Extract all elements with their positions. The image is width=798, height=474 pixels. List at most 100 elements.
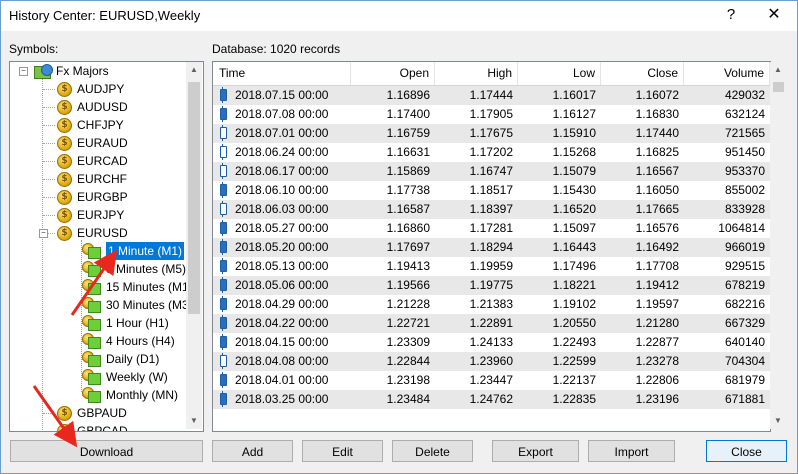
tree-node-symbol[interactable]: $ AUDUSD — [10, 98, 190, 116]
cell-time: 2018.05.27 00:00 — [235, 221, 329, 235]
edit-button[interactable]: Edit — [302, 440, 383, 462]
cell-time: 2018.06.17 00:00 — [235, 164, 329, 178]
scroll-up-icon[interactable]: ▲ — [186, 62, 202, 78]
tree-node-timeframe[interactable]: 30 Minutes (M30) — [10, 296, 199, 314]
cell-open: 1.17697 — [386, 240, 430, 254]
table-row[interactable]: 2018.04.29 00:00 1.21228 1.21383 1.19102 1.1… — [213, 295, 770, 314]
column-header-volume[interactable]: Volume — [684, 62, 770, 85]
table-row[interactable]: 2018.06.17 00:00 1.15869 1.16747 1.15079 1.1… — [213, 162, 770, 181]
table-row[interactable]: 2018.06.24 00:00 1.16631 1.17202 1.15268 1.1… — [213, 143, 770, 162]
table-row[interactable]: 2018.04.08 00:00 1.22844 1.23960 1.22599 1.2… — [213, 352, 770, 371]
cell-time: 2018.07.08 00:00 — [235, 107, 329, 121]
add-button[interactable]: Add — [212, 440, 293, 462]
tree-node-timeframe[interactable]: 15 Minutes (M15) — [10, 278, 199, 296]
tree-node-timeframe[interactable]: 5 Minutes (M5) — [10, 260, 190, 278]
cell-volume: 704304 — [724, 354, 765, 368]
cell-low: 1.16443 — [552, 240, 596, 254]
column-header-low[interactable]: Low — [518, 62, 601, 85]
tree-node-symbol[interactable]: $ EURGBP — [10, 188, 190, 206]
import-button[interactable]: Import — [588, 440, 675, 462]
chart-part — [88, 355, 101, 367]
table-row[interactable]: 2018.06.10 00:00 1.17738 1.18517 1.15430 1.1… — [213, 181, 770, 200]
cell-close: 1.17440 — [635, 126, 679, 140]
tree-node-symbol[interactable]: $ GBPAUD — [10, 404, 190, 422]
table-row[interactable]: 2018.04.15 00:00 1.23309 1.24133 1.22493 1.2… — [213, 333, 770, 352]
table-row[interactable]: 2018.07.08 00:00 1.17400 1.17905 1.16127 1.1… — [213, 105, 770, 124]
tree-node-label: EURGBP — [77, 190, 128, 204]
table-row[interactable]: 2018.04.01 00:00 1.23198 1.23447 1.22137 1.2… — [213, 371, 770, 390]
tree-node-symbol[interactable]: $ EURCAD — [10, 152, 190, 170]
export-button[interactable]: Export — [492, 440, 579, 462]
tree-node-symbol[interactable]: $ CHFJPY — [10, 116, 190, 134]
tree-node-label: Monthly (MN) — [106, 388, 179, 402]
scroll-up-icon[interactable]: ▲ — [770, 62, 786, 78]
cell-volume: 966019 — [724, 240, 765, 254]
close-window-button[interactable]: ✕ — [759, 4, 789, 26]
tree-node-label: EURJPY — [77, 208, 125, 222]
symbols-tree[interactable]: − Fx Majors $ AUDJPY $ AUDUSD $ CHFJPY $ EURAUD $ E… — [9, 61, 204, 432]
expand-toggle-icon[interactable]: − — [39, 229, 48, 238]
tree-node-label: CHFJPY — [77, 118, 124, 132]
help-button[interactable]: ? — [719, 4, 743, 26]
tree-node-symbol[interactable]: $ EURAUD — [10, 134, 190, 152]
delete-button[interactable]: Delete — [392, 440, 473, 462]
expand-toggle-icon[interactable]: − — [19, 67, 28, 76]
tree-node-timeframe[interactable]: 1 Hour (H1) — [10, 314, 190, 332]
bearish-candle-icon — [220, 222, 227, 234]
globe-badge — [41, 64, 53, 76]
cell-volume: 833928 — [724, 202, 765, 216]
tree-node-timeframe[interactable]: Monthly (MN) — [10, 386, 190, 404]
cell-high: 1.16747 — [469, 164, 513, 178]
column-header-time[interactable]: Time — [213, 62, 351, 85]
tree-node-timeframe[interactable]: Daily (D1) — [10, 350, 190, 368]
scroll-down-icon[interactable]: ▼ — [770, 413, 786, 429]
tree-node-symbol[interactable]: $ GBPCAD — [10, 422, 190, 431]
symbols-label: Symbols: — [9, 42, 59, 56]
table-row[interactable]: 2018.05.06 00:00 1.19566 1.19775 1.18221 1.1… — [213, 276, 770, 295]
tree-node-label: GBPAUD — [77, 406, 127, 420]
tree-node-fx-majors[interactable]: − Fx Majors — [10, 62, 190, 80]
table-row[interactable]: 2018.06.03 00:00 1.16587 1.18397 1.16520 1.1… — [213, 200, 770, 219]
tree-node-timeframe[interactable]: 1 Minute (M1) — [10, 242, 190, 260]
cell-open: 1.16759 — [386, 126, 430, 140]
cell-time: 2018.06.10 00:00 — [235, 183, 329, 197]
tree-node-label: Daily (D1) — [106, 352, 160, 366]
table-row[interactable]: 2018.05.20 00:00 1.17697 1.18294 1.16443 1.1… — [213, 238, 770, 257]
column-header-close[interactable]: Close — [601, 62, 684, 85]
tree-node-timeframe[interactable]: Weekly (W) — [10, 368, 190, 386]
tree-node-symbol[interactable]: $ EURCHF — [10, 170, 190, 188]
cell-open: 1.17400 — [386, 107, 430, 121]
cell-open: 1.19413 — [386, 259, 430, 273]
cell-close: 1.21280 — [635, 316, 679, 330]
tree-node-symbol[interactable]: $ EURJPY — [10, 206, 190, 224]
tree-scrollbar[interactable]: ▲ ▼ — [186, 62, 202, 429]
cell-open: 1.15869 — [386, 164, 430, 178]
table-row[interactable]: 2018.04.22 00:00 1.22721 1.22891 1.20550 1.2… — [213, 314, 770, 333]
table-scrollbar[interactable]: ▲ ▼ — [770, 62, 787, 429]
column-header-high[interactable]: High — [435, 62, 518, 85]
tree-node-timeframe[interactable]: 4 Hours (H4) — [10, 332, 190, 350]
tree-guide-line — [43, 125, 55, 126]
table-row[interactable]: 2018.05.27 00:00 1.16860 1.17281 1.15097 1.1… — [213, 219, 770, 238]
chart-part — [88, 265, 101, 277]
table-scroll-thumb[interactable] — [773, 82, 784, 92]
cell-volume: 671881 — [724, 392, 765, 406]
close-button[interactable]: Close — [706, 440, 787, 462]
table-row[interactable]: 2018.05.13 00:00 1.19413 1.19959 1.17496 1.1… — [213, 257, 770, 276]
table-row[interactable]: 2018.03.25 00:00 1.23484 1.24762 1.22835 1.2… — [213, 390, 770, 409]
coin-icon: $ — [57, 118, 72, 133]
cell-volume: 678219 — [724, 278, 765, 292]
tree-node-symbol[interactable]: − $ EURUSD — [10, 224, 190, 242]
tree-node-symbol[interactable]: $ AUDJPY — [10, 80, 190, 98]
chart-data-icon — [82, 333, 101, 349]
column-header-open[interactable]: Open — [351, 62, 435, 85]
table-row[interactable]: 2018.07.15 00:00 1.16896 1.17444 1.16017 1.1… — [213, 86, 770, 105]
table-row[interactable]: 2018.07.01 00:00 1.16759 1.17675 1.15910 1.1… — [213, 124, 770, 143]
tree-scroll-thumb[interactable] — [188, 82, 200, 314]
coin-icon: $ — [57, 208, 72, 223]
bullish-candle-icon — [220, 355, 227, 367]
scroll-down-icon[interactable]: ▼ — [186, 413, 202, 429]
tree-node-label: 5 Minutes (M5) — [106, 262, 187, 276]
cell-volume: 953370 — [724, 164, 765, 178]
download-button[interactable]: Download — [10, 440, 203, 462]
